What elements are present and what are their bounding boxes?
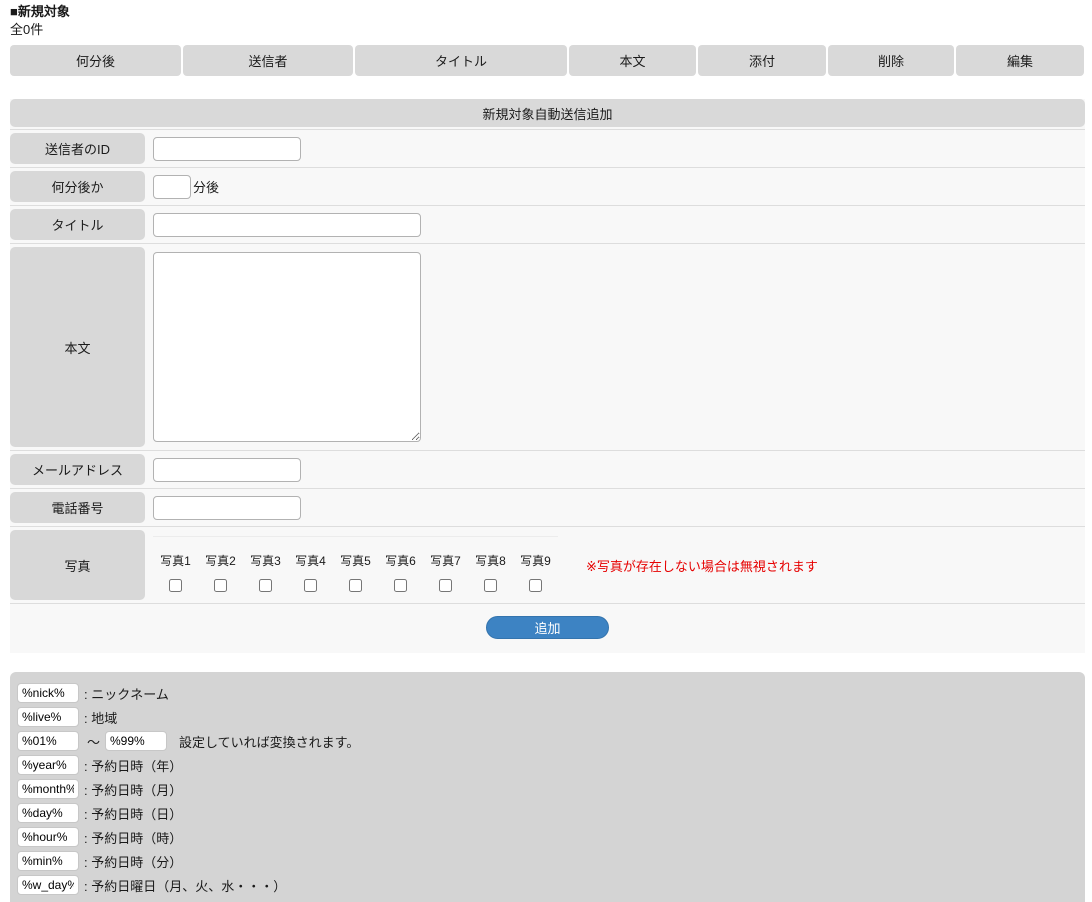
minutes-suffix: 分後	[193, 177, 219, 196]
range-tilde-separator: ～	[87, 732, 100, 751]
column-header-body: 本文	[569, 45, 696, 76]
body-textarea[interactable]	[153, 252, 421, 442]
variable-desc-min: : 予約日時（分）	[84, 852, 182, 871]
photo7-label: 写真7	[423, 552, 468, 569]
body-row: 本文	[10, 244, 1085, 451]
column-header-edit: 編集	[956, 45, 1084, 76]
photo-cell: 写真3	[243, 536, 288, 595]
variable-token-day[interactable]	[17, 803, 79, 823]
variable-desc-month: : 予約日時（月）	[84, 780, 182, 799]
variable-row-nick: : ニックネーム	[17, 681, 1075, 705]
photo-cell: 写真8	[468, 536, 513, 595]
photo9-checkbox[interactable]	[529, 579, 542, 592]
variable-row-year: : 予約日時（年）	[17, 753, 1075, 777]
photo-row: 写真 写真1 写真2 写真3	[10, 527, 1085, 604]
photo4-checkbox[interactable]	[304, 579, 317, 592]
sender-id-label: 送信者のID	[10, 133, 145, 164]
phone-input[interactable]	[153, 496, 301, 520]
photo2-label: 写真2	[198, 552, 243, 569]
title-label: タイトル	[10, 209, 145, 240]
photo5-checkbox[interactable]	[349, 579, 362, 592]
variable-token-min[interactable]	[17, 851, 79, 871]
variable-desc-live: : 地域	[84, 708, 117, 727]
photo3-checkbox[interactable]	[259, 579, 272, 592]
variable-desc-hour: : 予約日時（時）	[84, 828, 182, 847]
variable-token-wday[interactable]	[17, 875, 79, 895]
variable-row-min: : 予約日時（分）	[17, 849, 1075, 873]
photo-label: 写真	[10, 530, 145, 600]
variable-desc-wday: : 予約日曜日（月、火、水・・・）	[84, 876, 286, 895]
variable-row-live: : 地域	[17, 705, 1075, 729]
column-header-minutes: 何分後	[10, 45, 181, 76]
photo-cell: 写真6	[378, 536, 423, 595]
form-rows: 送信者のID 何分後か 分後 タイトル 本文	[10, 129, 1085, 604]
variable-row-month: : 予約日時（月）	[17, 777, 1075, 801]
add-target-form: 新規対象自動送信追加 送信者のID 何分後か 分後 タイトル	[10, 99, 1085, 653]
photo3-label: 写真3	[243, 552, 288, 569]
variable-token-year[interactable]	[17, 755, 79, 775]
list-column-headers: 何分後 送信者 タイトル 本文 添付 削除 編集	[10, 45, 1085, 76]
photo4-label: 写真4	[288, 552, 333, 569]
variable-desc-day: : 予約日時（日）	[84, 804, 182, 823]
form-title: 新規対象自動送信追加	[10, 99, 1085, 127]
photo-cell: 写真7	[423, 536, 468, 595]
variable-token-hour[interactable]	[17, 827, 79, 847]
minutes-row: 何分後か 分後	[10, 168, 1085, 206]
variable-row-range: ～ 設定していれば変換されます。	[17, 729, 1075, 753]
phone-label: 電話番号	[10, 492, 145, 523]
column-header-attachment: 添付	[698, 45, 826, 76]
title-input[interactable]	[153, 213, 421, 237]
photo5-label: 写真5	[333, 552, 378, 569]
photo-cell: 写真4	[288, 536, 333, 595]
photo-cell: 写真5	[333, 536, 378, 595]
variable-token-month[interactable]	[17, 779, 79, 799]
page: ■新規対象 全0件 何分後 送信者 タイトル 本文 添付 削除 編集 新規対象自…	[0, 0, 1092, 902]
photo6-checkbox[interactable]	[394, 579, 407, 592]
total-count: 全0件	[10, 22, 1085, 38]
minutes-label: 何分後か	[10, 171, 145, 202]
submit-row: 追加	[10, 604, 1085, 653]
sender-id-row: 送信者のID	[10, 130, 1085, 168]
email-label: メールアドレス	[10, 454, 145, 485]
photo8-label: 写真8	[468, 552, 513, 569]
photo7-checkbox[interactable]	[439, 579, 452, 592]
variable-row-wday: : 予約日曜日（月、火、水・・・）	[17, 873, 1075, 897]
variable-token-nick[interactable]	[17, 683, 79, 703]
photo8-checkbox[interactable]	[484, 579, 497, 592]
template-variables-panel: : ニックネーム : 地域 ～ 設定していれば変換されます。 : 予約日時（年）…	[10, 672, 1085, 902]
variable-row-hour: : 予約日時（時）	[17, 825, 1075, 849]
photo6-label: 写真6	[378, 552, 423, 569]
column-header-delete: 削除	[828, 45, 954, 76]
email-input[interactable]	[153, 458, 301, 482]
column-header-title: タイトル	[355, 45, 567, 76]
variable-token-live[interactable]	[17, 707, 79, 727]
photo-cell: 写真2	[198, 536, 243, 595]
email-row: メールアドレス	[10, 451, 1085, 489]
photo-cell: 写真1	[153, 536, 198, 595]
title-row: タイトル	[10, 206, 1085, 244]
variable-token-range-start[interactable]	[17, 731, 79, 751]
minutes-input[interactable]	[153, 175, 191, 199]
photo2-checkbox[interactable]	[214, 579, 227, 592]
variable-token-range-end[interactable]	[105, 731, 167, 751]
variable-desc-nick: : ニックネーム	[84, 684, 169, 703]
variable-desc-year: : 予約日時（年）	[84, 756, 182, 775]
body-label: 本文	[10, 247, 145, 447]
photo1-checkbox[interactable]	[169, 579, 182, 592]
photo-missing-note: ※写真が存在しない場合は無視されます	[586, 556, 818, 575]
photo1-label: 写真1	[153, 552, 198, 569]
photo-checkbox-group: 写真1 写真2 写真3 写真4	[153, 536, 558, 595]
column-header-sender: 送信者	[183, 45, 353, 76]
phone-row: 電話番号	[10, 489, 1085, 527]
photo9-label: 写真9	[513, 552, 558, 569]
variable-row-day: : 予約日時（日）	[17, 801, 1075, 825]
variable-desc-range: 設定していれば変換されます。	[179, 732, 359, 751]
sender-id-input[interactable]	[153, 137, 301, 161]
add-button[interactable]: 追加	[486, 616, 609, 639]
page-title: ■新規対象	[10, 4, 1085, 20]
photo-cell: 写真9	[513, 536, 558, 595]
